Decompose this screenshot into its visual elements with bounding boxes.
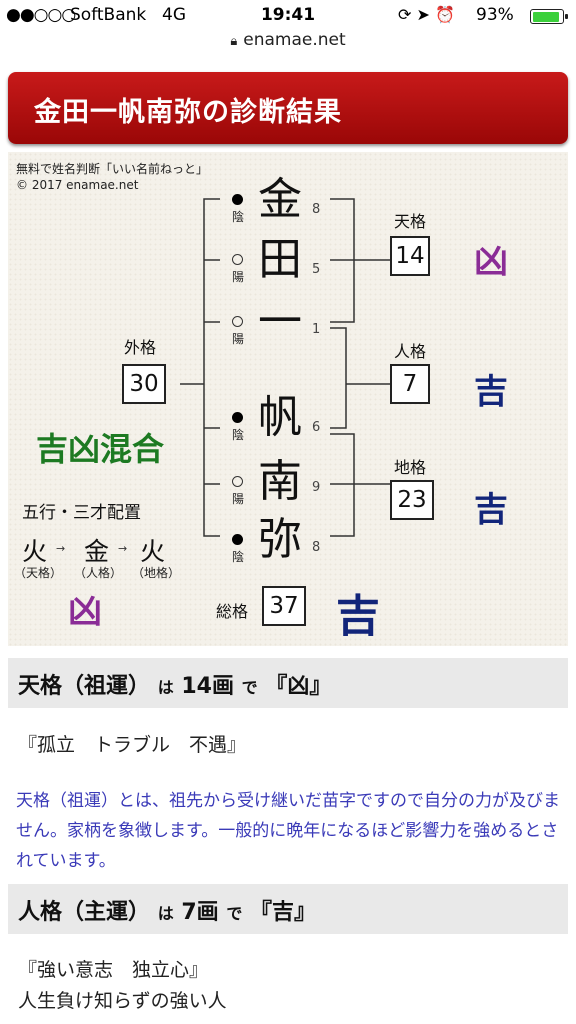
status-icons: ⟳ ➤ ⏰	[398, 5, 455, 24]
yang-dot-icon	[232, 254, 243, 265]
status-bar: ●●○○○ SoftBank 4G 19:41 ⟳ ➤ ⏰ 93%	[0, 0, 576, 30]
page-title: 金田一帆南弥の診断結果	[34, 97, 342, 128]
result-header-banner: 金田一帆南弥の診断結果	[8, 72, 568, 144]
soukaku-verdict: 吉	[336, 591, 380, 642]
soukaku-label: 総格	[216, 602, 249, 621]
yang-dot-icon	[232, 476, 243, 487]
stroke-count-6: 8	[312, 540, 321, 555]
gaikaku-value-box: 30	[122, 364, 166, 404]
gogyou-element-3: 火	[140, 537, 166, 566]
gogyou-title: 五行・三才配置	[22, 503, 141, 523]
yinyang-label-1: 陰	[232, 210, 245, 224]
credit-copyright: © 2017 enamae.net	[16, 178, 139, 192]
gogyou-verdict: 凶	[68, 592, 102, 632]
tenkaku-heading-de: で	[241, 678, 258, 697]
chikaku-value-box: 23	[390, 480, 434, 520]
tenkaku-verdict: 凶	[474, 242, 508, 282]
tenkaku-heading-text: 天格（祖運） は 14画 で 『凶』	[18, 668, 331, 700]
tenkaku-value-box: 14	[390, 236, 430, 276]
stroke-count-3: 1	[312, 322, 321, 337]
soukaku-value-box: 37	[262, 586, 306, 626]
jinkaku-heading-result: 『吉』	[250, 900, 317, 925]
jinkaku-value-box: 7	[390, 364, 430, 404]
url-bar[interactable]: 🔒︎ enamae.net	[0, 30, 576, 58]
name-char-2: 田	[258, 234, 302, 285]
tenkaku-heading-result: 『凶』	[265, 674, 332, 699]
jinkaku-heading-de: で	[226, 904, 243, 923]
name-diagnosis-diagram: 無料で姓名判断「いい名前ねっと」 © 2017 enamae.net 陰 金 8…	[8, 152, 568, 646]
gogyou-label-3: （地格）	[132, 566, 181, 580]
battery-fill	[532, 11, 559, 22]
yinyang-label-4: 陰	[232, 428, 245, 442]
yinyang-label-3: 陽	[232, 332, 245, 346]
yin-dot-icon	[232, 194, 243, 205]
yin-dot-icon	[232, 534, 243, 545]
gogyou-label-1: （天格）	[14, 566, 63, 580]
tenkaku-keywords: 『孤立 トラブル 不遇』	[18, 734, 247, 756]
name-char-6: 弥	[258, 514, 302, 565]
stroke-count-4: 6	[312, 420, 321, 435]
name-char-5: 南	[258, 456, 302, 507]
yang-dot-icon	[232, 316, 243, 327]
jinkaku-heading-main: 人格（主運）	[18, 900, 151, 925]
name-char-3: 一	[258, 296, 302, 347]
gogyou-element-2: 金	[84, 537, 110, 566]
gogyou-label-2: （人格）	[74, 566, 123, 580]
url-domain: enamae.net	[243, 30, 346, 50]
gogyou-arrow-2: →	[118, 542, 128, 555]
yinyang-label-2: 陽	[232, 270, 245, 284]
chikaku-verdict: 吉	[474, 490, 508, 530]
jinkaku-bracket	[330, 327, 347, 429]
credit-site-name: 無料で姓名判断「いい名前ねっと」	[16, 162, 209, 176]
stroke-count-1: 8	[312, 202, 321, 217]
tenkaku-heading-count: 14画	[181, 674, 234, 699]
chikaku-bracket	[330, 433, 355, 537]
jinkaku-heading-text: 人格（主運） は 7画 で 『吉』	[18, 894, 316, 926]
tenkaku-heading-main: 天格（祖運）	[18, 674, 151, 699]
jinkaku-section-heading: 人格（主運） は 7画 で 『吉』	[8, 884, 568, 934]
jinkaku-heading-count: 7画	[181, 900, 219, 925]
yin-dot-icon	[232, 412, 243, 423]
tenkaku-description: 天格（祖運）とは、祖先から受け継いだ苗字ですので自分の力が及びません。家柄を象徴…	[16, 791, 560, 871]
stroke-count-2: 5	[312, 262, 321, 277]
tenkaku-label: 天格	[394, 212, 427, 231]
gogyou-arrow-1: →	[56, 542, 66, 555]
lock-icon: 🔒︎	[230, 34, 238, 49]
gaikaku-bracket	[203, 198, 220, 537]
battery-percentage: 93%	[476, 5, 514, 25]
jinkaku-heading-ha: は	[157, 904, 174, 923]
name-char-4: 帆	[258, 392, 302, 443]
gogyou-element-1: 火	[22, 537, 48, 566]
yinyang-result: 吉凶混合	[36, 430, 165, 468]
gaikaku-label: 外格	[124, 338, 157, 357]
jinkaku-line2: 人生負け知らずの強い人	[18, 990, 227, 1012]
battery-icon	[530, 9, 568, 24]
jinkaku-keywords: 『強い意志 独立心』	[18, 959, 209, 981]
jinkaku-label: 人格	[394, 342, 427, 361]
chikaku-label: 地格	[394, 458, 427, 477]
yinyang-label-5: 陽	[232, 492, 245, 506]
tenkaku-heading-ha: は	[157, 678, 174, 697]
name-char-1: 金	[258, 174, 302, 225]
tenkaku-section-heading: 天格（祖運） は 14画 で 『凶』	[8, 658, 568, 708]
stroke-count-5: 9	[312, 480, 321, 495]
jinkaku-verdict: 吉	[474, 372, 508, 412]
yinyang-label-6: 陰	[232, 550, 245, 564]
